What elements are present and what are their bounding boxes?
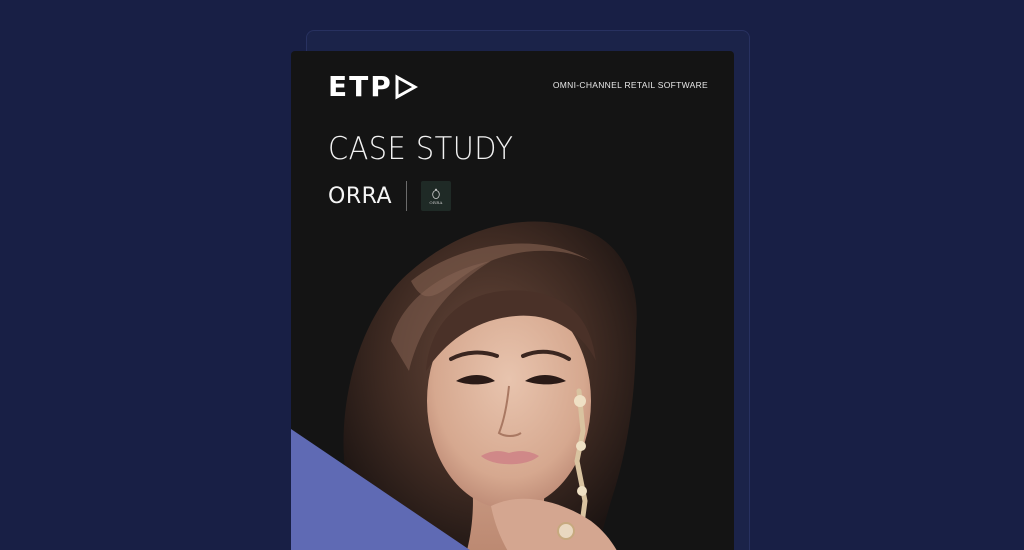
play-triangle-icon: [395, 74, 418, 100]
orra-ring-icon: [432, 188, 440, 199]
client-logo-text: ORRA: [429, 199, 443, 205]
divider: [406, 181, 408, 211]
etp-logo[interactable]: ETP: [328, 71, 418, 103]
case-study-card[interactable]: ETP OMNI-CHANNEL RETAIL SOFTWARE CASE ST…: [291, 51, 734, 550]
client-row: ORRA ORRA: [328, 179, 452, 213]
card-header: ETP OMNI-CHANNEL RETAIL SOFTWARE: [328, 71, 708, 103]
page-title: CASE STUDY: [328, 131, 514, 167]
model-portrait-image: [343, 221, 637, 550]
logo-text: ETP: [328, 70, 393, 103]
page: ETP OMNI-CHANNEL RETAIL SOFTWARE CASE ST…: [0, 0, 1024, 550]
tagline: OMNI-CHANNEL RETAIL SOFTWARE: [552, 80, 708, 90]
client-logo: ORRA: [421, 181, 452, 211]
client-name: ORRA: [328, 183, 393, 209]
